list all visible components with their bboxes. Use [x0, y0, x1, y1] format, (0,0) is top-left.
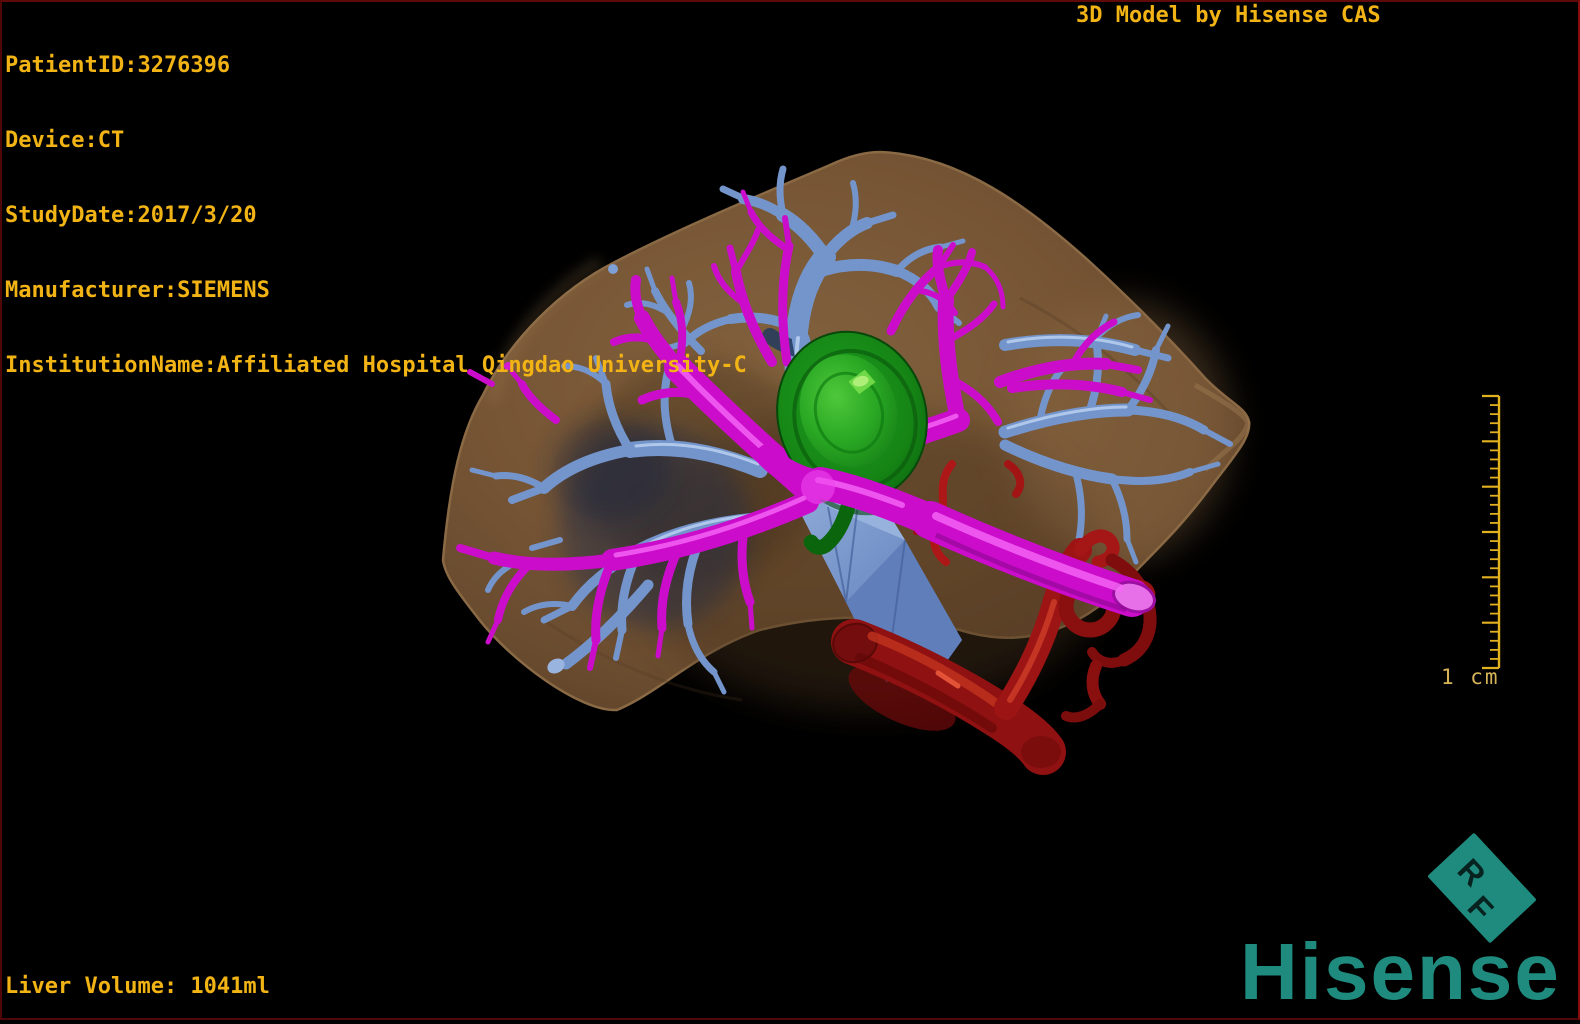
device-line: Device:CT [5, 128, 125, 153]
manufacturer-line: Manufacturer:SIEMENS [5, 278, 270, 303]
hisense-wordmark: Hisense [1240, 927, 1561, 1016]
scale-bar-label: 1 cm [1441, 665, 1500, 689]
scale-bar [1482, 394, 1501, 670]
study-date-line: StudyDate:2017/3/20 [5, 203, 257, 228]
viewer-title: 3D Model by Hisense CAS [1076, 3, 1381, 28]
liver-volume-readout: Liver Volume: 1041ml [5, 974, 270, 999]
institution-line: InstitutionName:Affiliated Hospital Qing… [5, 353, 747, 378]
patient-info-block: PatientID:3276396 Device:CT StudyDate:20… [5, 3, 747, 403]
patient-id-line: PatientID:3276396 [5, 53, 231, 78]
